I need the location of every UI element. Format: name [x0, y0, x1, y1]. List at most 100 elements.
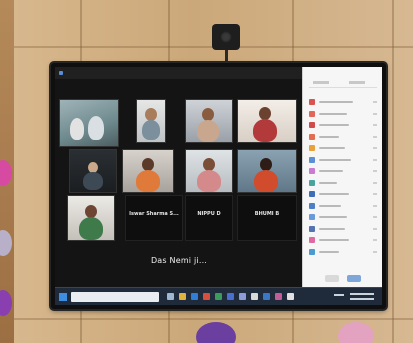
balloon [0, 230, 12, 256]
mic-icon [373, 181, 377, 184]
list-item-name [319, 135, 339, 138]
mic-icon [373, 170, 377, 172]
participant-figure [70, 118, 84, 140]
app-icon[interactable] [215, 293, 222, 300]
start-icon[interactable] [59, 293, 67, 301]
participant-name: Iswar Sharma S... [129, 211, 179, 217]
list-item-name [319, 158, 351, 161]
mic-icon [373, 216, 377, 218]
browser-icon[interactable] [191, 293, 198, 300]
video-tile[interactable] [122, 149, 174, 193]
avatar [309, 248, 315, 255]
avatar [309, 99, 315, 105]
wall-tv: Iswar Sharma S... NIPPU D BHUMI B Das Ne… [51, 63, 386, 309]
avatar [309, 179, 315, 186]
video-tile[interactable]: NIPPU D [185, 195, 233, 241]
app-icon [59, 71, 63, 75]
list-item[interactable] [309, 143, 379, 155]
participants-panel [302, 67, 382, 287]
participant-figure [253, 119, 277, 142]
panel-action-button[interactable] [347, 275, 361, 282]
app-icon[interactable] [287, 293, 294, 300]
left-wall [0, 0, 14, 343]
participant-name: BHUMI B [254, 211, 280, 217]
app-icon[interactable] [275, 293, 282, 300]
panel-tab[interactable] [313, 81, 329, 84]
avatar [309, 191, 315, 197]
participant-figure [142, 120, 160, 140]
list-item[interactable] [309, 155, 379, 167]
folder-icon[interactable] [179, 293, 186, 300]
participant-list [309, 97, 379, 258]
video-tile[interactable] [59, 99, 119, 147]
mic-icon [373, 239, 377, 241]
app-icon[interactable] [203, 293, 210, 300]
participant-figure [197, 120, 219, 142]
mic-icon [373, 227, 377, 230]
list-item[interactable] [309, 235, 379, 247]
avatar [309, 145, 315, 151]
app-icon[interactable] [251, 293, 258, 300]
panel-tab[interactable] [349, 81, 365, 84]
mic-icon [373, 204, 377, 207]
taskbar-search-input[interactable] [71, 292, 159, 302]
mic-icon [373, 250, 377, 253]
clock-date [350, 298, 374, 300]
photo-scene: Iswar Sharma S... NIPPU D BHUMI B Das Ne… [0, 0, 413, 343]
list-item[interactable] [309, 201, 379, 213]
avatar [309, 225, 315, 232]
window-titlebar [55, 67, 302, 79]
participant-figure [254, 170, 278, 192]
tv-screen: Iswar Sharma S... NIPPU D BHUMI B Das Ne… [55, 67, 382, 305]
video-tile[interactable]: BHUMI B [237, 195, 297, 241]
list-item[interactable] [309, 247, 379, 259]
list-item[interactable] [309, 132, 379, 144]
participant-name: NIPPU D [197, 211, 221, 217]
list-item[interactable] [309, 178, 379, 190]
video-tile[interactable] [136, 99, 166, 143]
list-item-name [319, 170, 343, 172]
list-item[interactable] [309, 212, 379, 224]
avatar [309, 214, 315, 220]
list-item[interactable] [309, 189, 379, 201]
app-icon[interactable] [227, 293, 234, 300]
mic-icon [373, 158, 377, 161]
video-tile[interactable] [237, 99, 297, 143]
list-item[interactable] [309, 109, 379, 121]
video-tile[interactable]: Iswar Sharma S... [125, 195, 183, 241]
avatar [309, 237, 315, 243]
video-tile[interactable] [69, 149, 117, 193]
system-tray [334, 291, 376, 303]
participant-figure [88, 116, 104, 140]
avatar [309, 202, 315, 209]
balloon [0, 290, 12, 316]
list-item-name [319, 204, 341, 207]
wall-seam [392, 0, 394, 343]
video-tile[interactable] [67, 195, 115, 241]
list-item-name [319, 216, 347, 218]
video-tile[interactable] [185, 99, 233, 143]
list-item[interactable] [309, 166, 379, 178]
mic-icon [373, 101, 377, 103]
list-item[interactable] [309, 120, 379, 132]
webcam [212, 24, 240, 50]
video-tile[interactable] [237, 149, 297, 193]
app-icon[interactable] [239, 293, 246, 300]
video-tile[interactable] [185, 149, 233, 193]
list-item[interactable] [309, 224, 379, 236]
participant-figure [79, 217, 103, 240]
meeting-app-icon[interactable] [263, 293, 270, 300]
mic-icon [373, 135, 377, 138]
list-item-name [319, 239, 349, 241]
active-speaker-caption: Das Nemi ji... [150, 256, 208, 265]
panel-tabs [309, 81, 377, 88]
mic-icon [373, 193, 377, 195]
list-item-name [319, 101, 353, 103]
panel-action-button[interactable] [325, 275, 339, 282]
list-item-name [319, 147, 345, 149]
tray-icons[interactable] [334, 294, 344, 296]
list-item[interactable] [309, 97, 379, 109]
taskview-icon[interactable] [167, 293, 174, 300]
wall-seam [14, 318, 413, 320]
avatar [309, 133, 315, 140]
